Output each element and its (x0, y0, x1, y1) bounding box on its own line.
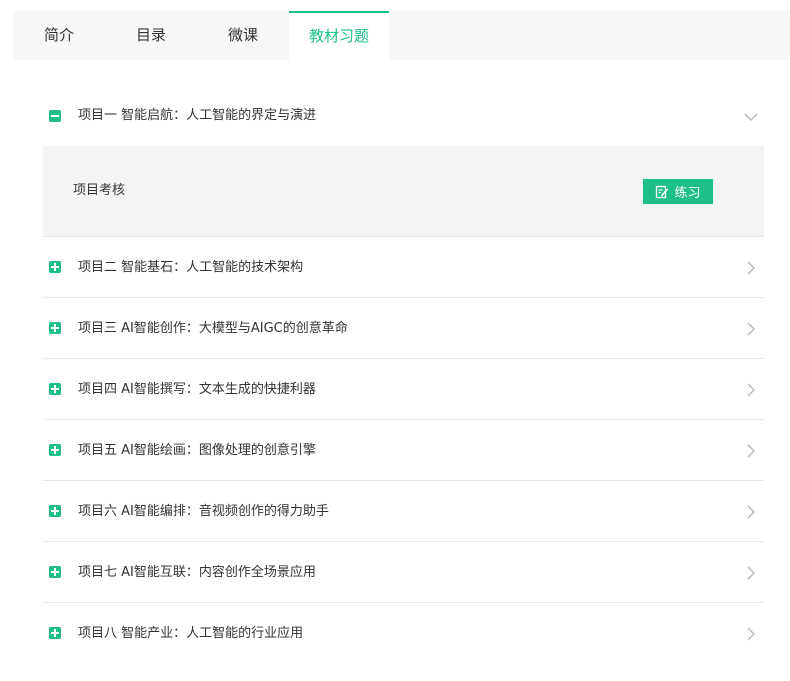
plus-square-icon[interactable] (49, 444, 61, 456)
tab-catalog[interactable]: 目录 (105, 11, 197, 60)
tab-bar: 简介 目录 微课 教材习题 (13, 11, 790, 61)
tab-textbook-exercises[interactable]: 教材习题 (289, 11, 389, 61)
plus-square-icon[interactable] (49, 261, 61, 273)
project-1-assessment: 项目考核 练习 (43, 146, 764, 237)
project-item-5[interactable]: 项目五 AI智能绘画：图像处理的创意引擎 (43, 420, 764, 481)
project-title: 项目五 AI智能绘画：图像处理的创意引擎 (78, 443, 316, 458)
project-item-1[interactable]: 项目一 智能启航：人工智能的界定与演进 (43, 86, 764, 146)
chevron-right-icon[interactable] (744, 444, 758, 458)
chevron-down-icon[interactable] (744, 110, 758, 124)
chevron-right-icon[interactable] (744, 322, 758, 336)
chevron-right-icon[interactable] (744, 383, 758, 397)
chevron-right-icon[interactable] (744, 566, 758, 580)
project-item-2[interactable]: 项目二 智能基石：人工智能的技术架构 (43, 237, 764, 298)
minus-square-icon[interactable] (49, 110, 61, 122)
project-item-4[interactable]: 项目四 AI智能撰写：文本生成的快捷利器 (43, 359, 764, 420)
project-title: 项目六 AI智能编排：音视频创作的得力助手 (78, 504, 329, 519)
project-item-6[interactable]: 项目六 AI智能编排：音视频创作的得力助手 (43, 481, 764, 542)
project-title: 项目四 AI智能撰写：文本生成的快捷利器 (78, 382, 316, 397)
plus-square-icon[interactable] (49, 627, 61, 639)
project-item-8[interactable]: 项目八 智能产业：人工智能的行业应用 (43, 603, 764, 664)
project-title: 项目二 智能基石：人工智能的技术架构 (78, 260, 304, 275)
plus-square-icon[interactable] (49, 566, 61, 578)
project-item-7[interactable]: 项目七 AI智能互联：内容创作全场景应用 (43, 542, 764, 603)
project-list: 项目一 智能启航：人工智能的界定与演进 项目考核 练习 项目二 智能基石：人工智… (43, 86, 764, 664)
project-title: 项目三 AI智能创作：大模型与AIGC的创意革命 (78, 321, 348, 336)
tab-intro[interactable]: 简介 (13, 11, 105, 60)
practice-button-label: 练习 (674, 186, 701, 201)
project-item-3[interactable]: 项目三 AI智能创作：大模型与AIGC的创意革命 (43, 298, 764, 359)
assessment-label: 项目考核 (73, 183, 126, 198)
edit-icon (655, 185, 669, 199)
plus-square-icon[interactable] (49, 322, 61, 334)
chevron-right-icon[interactable] (744, 261, 758, 275)
project-title: 项目一 智能启航：人工智能的界定与演进 (78, 108, 317, 123)
plus-square-icon[interactable] (49, 383, 61, 395)
project-title: 项目七 AI智能互联：内容创作全场景应用 (78, 565, 316, 580)
project-title: 项目八 智能产业：人工智能的行业应用 (78, 626, 304, 641)
chevron-right-icon[interactable] (744, 627, 758, 641)
tab-micro-lessons[interactable]: 微课 (197, 11, 289, 60)
chevron-right-icon[interactable] (744, 505, 758, 519)
plus-square-icon[interactable] (49, 505, 61, 517)
practice-button[interactable]: 练习 (643, 179, 713, 204)
